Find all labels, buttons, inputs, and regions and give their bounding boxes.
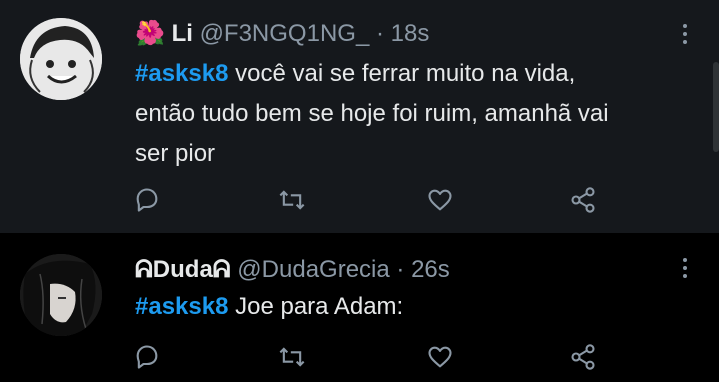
tweet-header: ᕱDudaᕱ @DudaGrecia · 26s [135, 256, 450, 284]
retweet-icon[interactable] [278, 343, 310, 373]
user-handle[interactable]: @DudaGrecia [237, 256, 389, 283]
avatar[interactable] [20, 254, 102, 336]
hashtag-link[interactable]: #asksk8 [135, 293, 228, 320]
tweet-line: então tudo bem se hoje foi ruim, amanhã … [135, 100, 609, 127]
heart-icon[interactable] [426, 186, 458, 216]
heart-icon[interactable] [426, 343, 458, 373]
more-icon[interactable] [673, 22, 697, 46]
avatar[interactable] [20, 18, 102, 100]
tweet-line: #asksk8 você vai se ferrar muito na vida… [135, 54, 695, 94]
timestamp[interactable]: 18s [391, 20, 430, 47]
reply-icon[interactable] [133, 186, 165, 216]
tweet-line-text: Joe para Adam: [235, 293, 404, 320]
name-emoji: 🌺 [135, 20, 165, 47]
reply-icon[interactable] [133, 343, 165, 373]
avatar-illustration [20, 18, 102, 100]
separator: · [375, 20, 384, 47]
tweet-line-text: você vai se ferrar muito na vida, [235, 60, 576, 87]
tweet-header: 🌺 Li @F3NGQ1NG_ · 18s [135, 20, 429, 48]
tweet-text: #asksk8 Joe para Adam: [135, 287, 695, 327]
action-bar [133, 186, 613, 216]
tweet-1[interactable]: 🌺 Li @F3NGQ1NG_ · 18s #asksk8 você vai s… [0, 0, 719, 233]
hashtag-link[interactable]: #asksk8 [135, 60, 228, 87]
tweet-line: #asksk8 Joe para Adam: [135, 287, 695, 327]
display-name[interactable]: Li [172, 20, 193, 47]
share-icon[interactable] [569, 186, 601, 216]
action-bar [133, 343, 613, 373]
tweet-line: ser pior [135, 140, 216, 167]
share-icon[interactable] [569, 343, 601, 373]
tweet-text: #asksk8 você vai se ferrar muito na vida… [135, 54, 695, 174]
user-handle[interactable]: @F3NGQ1NG_ [200, 20, 370, 47]
more-icon[interactable] [673, 256, 697, 280]
avatar-illustration [20, 254, 102, 336]
separator: · [396, 256, 405, 283]
display-name[interactable]: ᕱDudaᕱ [135, 256, 231, 283]
retweet-icon[interactable] [278, 186, 310, 216]
scrollbar[interactable] [713, 62, 719, 152]
timestamp[interactable]: 26s [411, 256, 450, 283]
